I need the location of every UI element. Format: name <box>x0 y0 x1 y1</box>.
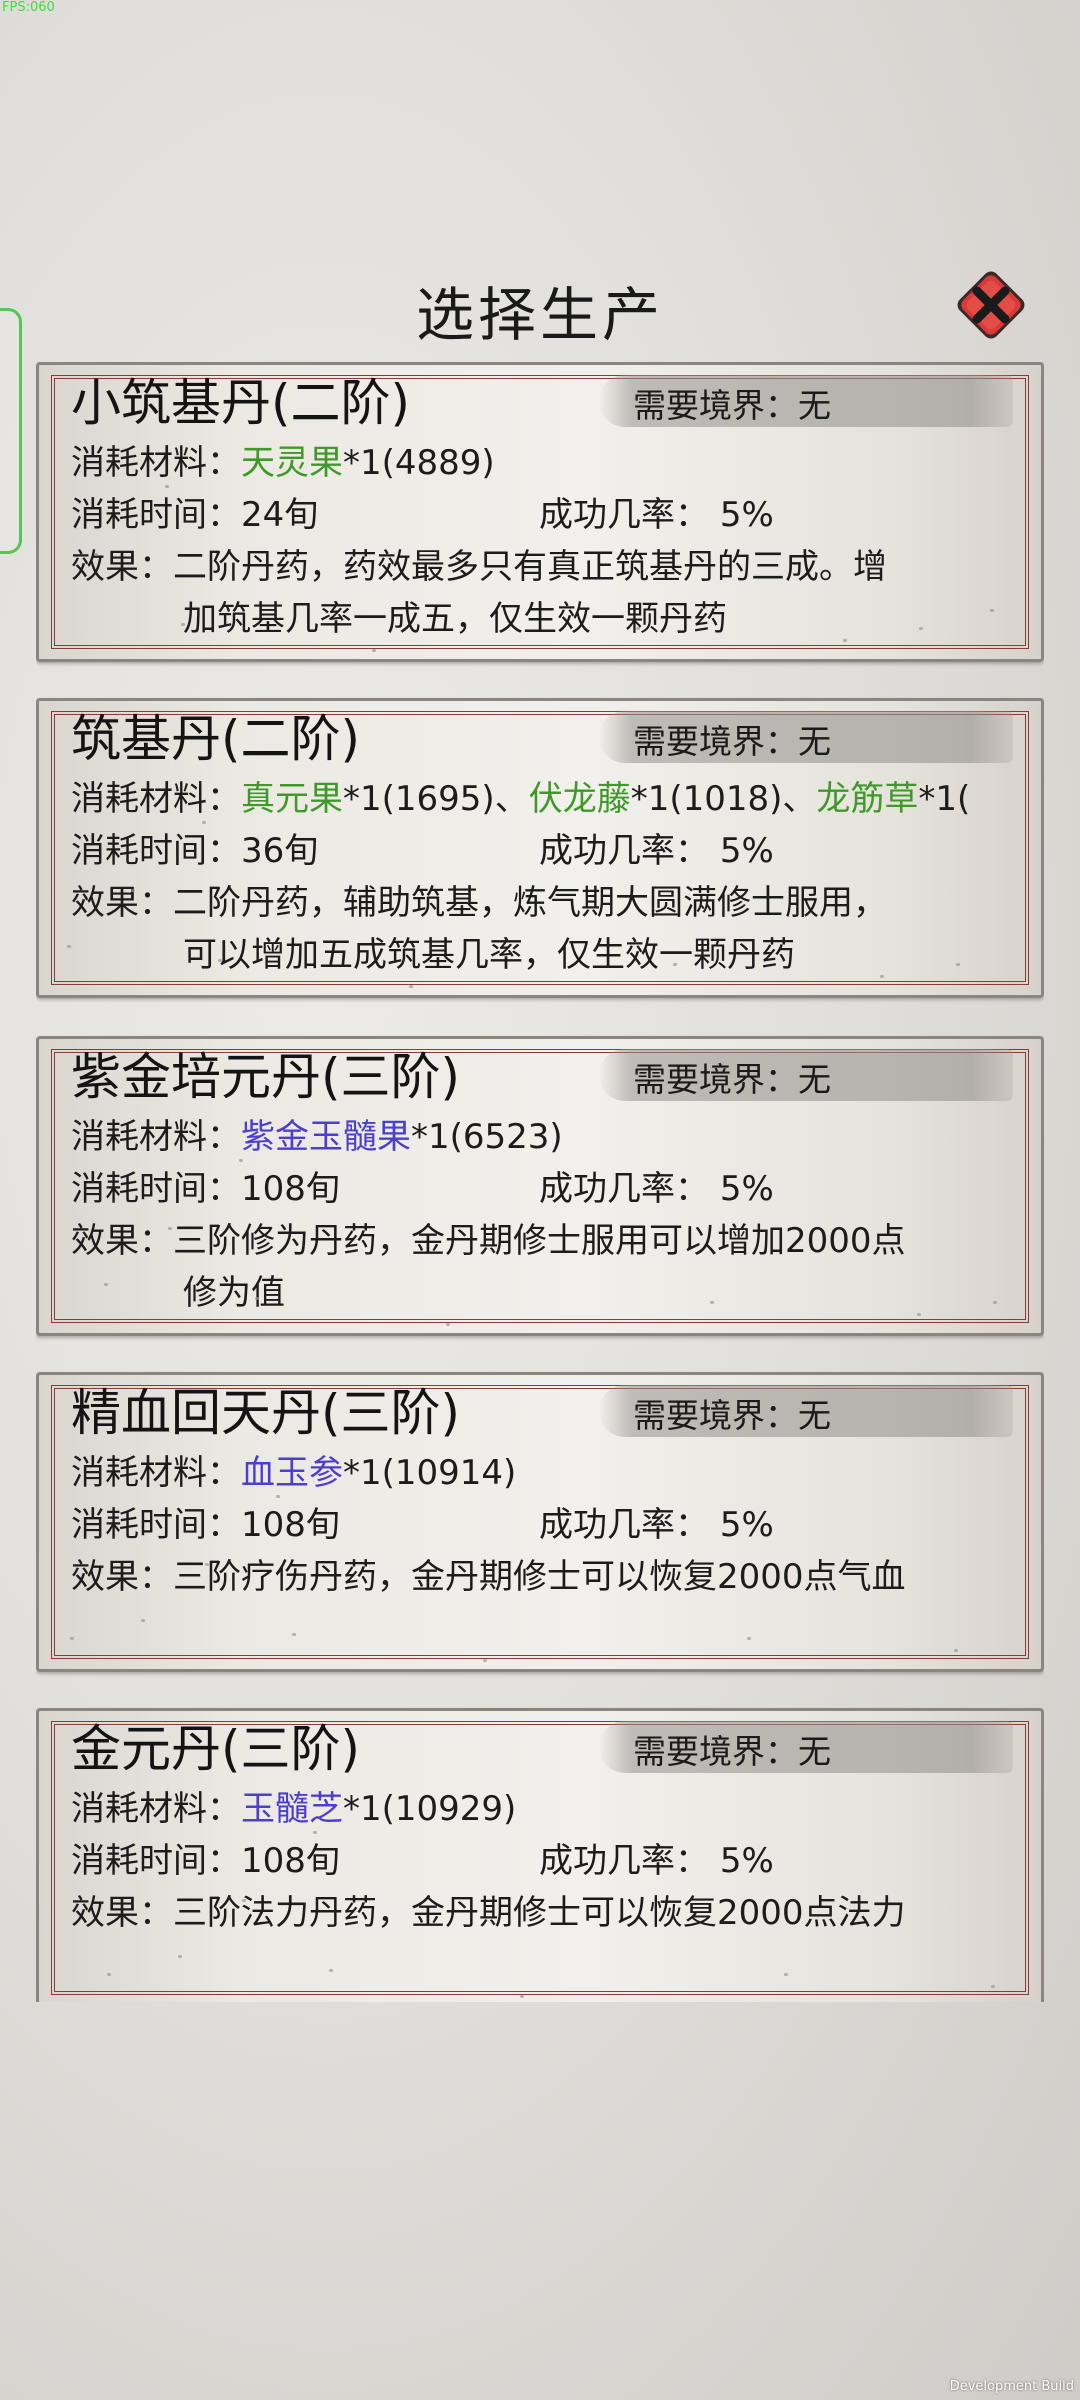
effect-line: 效果：三阶修为丹药，金丹期修士服用可以增加2000点 <box>71 1221 906 1261</box>
paper-speck <box>242 1899 246 1902</box>
recipe-name: 金元丹(三阶) <box>71 1720 361 1778</box>
development-build-label: Development Build <box>949 2379 1074 2394</box>
paper-speck <box>165 485 169 488</box>
paper-speck <box>784 1973 788 1976</box>
paper-speck <box>446 1323 450 1326</box>
fps-counter: FPS:060 <box>2 0 55 15</box>
paper-speck <box>483 1659 487 1662</box>
realm-requirement: 需要境界：无 <box>633 386 831 425</box>
paper-speck <box>205 1563 209 1566</box>
material-name: 玉髓芝 <box>241 1789 343 1829</box>
paper-speck <box>276 1495 280 1498</box>
material-name: 伏龙藤 <box>528 779 631 819</box>
paper-speck <box>880 975 884 978</box>
paper-speck <box>329 1969 333 1972</box>
paper-speck <box>104 1283 108 1286</box>
paper-speck <box>67 945 71 948</box>
realm-requirement: 需要境界：无 <box>633 722 831 761</box>
paper-speck <box>954 1649 958 1652</box>
paper-speck <box>636 627 640 630</box>
materials-line: 消耗材料：血玉参*1(10914) <box>71 1453 517 1493</box>
paper-speck <box>409 985 413 988</box>
realm-requirement: 需要境界：无 <box>633 1732 831 1771</box>
paper-speck <box>178 1955 182 1958</box>
close-button[interactable] <box>948 262 1034 348</box>
recipe-card[interactable]: 筑基丹(二阶) 需要境界：无 消耗材料：真元果*1(1695)、伏龙藤*1(10… <box>36 698 1044 998</box>
time-line: 消耗时间：36旬 <box>71 831 319 871</box>
paper-speck <box>141 1619 145 1622</box>
paper-speck <box>107 1973 111 1976</box>
paper-speck <box>520 1995 524 1998</box>
effect-line-continued: 可以增加五成筑基几率，仅生效一颗丹药 <box>183 935 795 975</box>
page-title: 选择生产 <box>415 281 664 349</box>
materials-line: 消耗材料：玉髓芝*1(10929) <box>71 1789 517 1829</box>
paper-speck <box>239 1159 243 1162</box>
success-rate: 成功几率： 5% <box>539 1505 774 1545</box>
paper-speck <box>993 1301 997 1304</box>
paper-speck <box>710 1301 714 1304</box>
success-rate: 成功几率： 5% <box>539 1841 774 1881</box>
material-name: 天灵果 <box>241 443 343 483</box>
recipe-card[interactable]: 小筑基丹(二阶) 需要境界：无 消耗材料：天灵果*1(4889) 消耗时间：24… <box>36 362 1044 662</box>
paper-speck <box>917 1313 921 1316</box>
paper-speck <box>181 623 185 626</box>
time-line: 消耗时间：108旬 <box>71 1169 340 1209</box>
success-rate: 成功几率： 5% <box>539 1169 774 1209</box>
paper-speck <box>94 553 98 556</box>
effect-line-continued: 加筑基几率一成五，仅生效一颗丹药 <box>183 599 727 639</box>
paper-speck <box>372 649 376 652</box>
recipe-name: 紫金培元丹(三阶) <box>71 1048 461 1106</box>
materials-line: 消耗材料：天灵果*1(4889) <box>71 443 495 483</box>
effect-line: 效果：三阶疗伤丹药，金丹期修士可以恢复2000点气血 <box>71 1557 906 1597</box>
recipe-card[interactable]: 精血回天丹(三阶) 需要境界：无 消耗材料：血玉参*1(10914) 消耗时间：… <box>36 1372 1044 1672</box>
paper-speck <box>956 963 960 966</box>
paper-speck <box>991 1985 995 1988</box>
paper-speck <box>255 1297 259 1300</box>
paper-speck <box>292 1633 296 1636</box>
paper-speck <box>202 821 206 824</box>
effect-line: 效果：二阶丹药，辅助筑基，炼气期大圆满修士服用， <box>71 883 887 923</box>
material-name: 紫金玉髓果 <box>241 1117 411 1157</box>
recipe-name: 小筑基丹(二阶) <box>71 374 411 432</box>
realm-requirement: 需要境界：无 <box>633 1060 831 1099</box>
paper-speck <box>313 1831 317 1834</box>
effect-line: 效果：三阶法力丹药，金丹期修士可以恢复2000点法力 <box>71 1893 906 1933</box>
paper-speck <box>747 1637 751 1640</box>
effect-line-continued: 修为值 <box>183 1273 285 1313</box>
recipe-card[interactable]: 金元丹(三阶) 需要境界：无 消耗材料：玉髓芝*1(10929) 消耗时间：10… <box>36 1708 1044 2002</box>
paper-speck <box>218 959 222 962</box>
materials-line: 消耗材料：紫金玉髓果*1(6523) <box>71 1117 563 1157</box>
paper-speck <box>168 1227 172 1230</box>
paper-speck <box>673 963 677 966</box>
time-line: 消耗时间：108旬 <box>71 1505 340 1545</box>
materials-line: 消耗材料：真元果*1(1695)、伏龙藤*1(1018)、龙筋草*1( <box>71 779 971 819</box>
success-rate: 成功几率： 5% <box>539 495 774 535</box>
recipe-list[interactable]: 小筑基丹(二阶) 需要境界：无 消耗材料：天灵果*1(4889) 消耗时间：24… <box>36 362 1044 2002</box>
material-name: 真元果 <box>241 779 343 819</box>
time-line: 消耗时间：108旬 <box>71 1841 340 1881</box>
paper-speck <box>70 1637 74 1640</box>
paper-speck <box>131 889 135 892</box>
material-name: 血玉参 <box>241 1453 343 1493</box>
paper-speck <box>843 639 847 642</box>
close-icon <box>957 271 1025 339</box>
effect-line: 效果：二阶丹药，药效最多只有真正筑基丹的三成。增 <box>71 547 887 587</box>
recipe-name: 精血回天丹(三阶) <box>71 1384 461 1442</box>
success-rate: 成功几率： 5% <box>539 831 774 871</box>
paper-speck <box>990 609 994 612</box>
recipe-name: 筑基丹(二阶) <box>71 710 361 768</box>
realm-requirement: 需要境界：无 <box>633 1396 831 1435</box>
paper-speck <box>919 627 923 630</box>
time-line: 消耗时间：24旬 <box>71 495 319 535</box>
material-name: 龙筋草 <box>816 779 919 819</box>
recipe-card[interactable]: 紫金培元丹(三阶) 需要境界：无 消耗材料：紫金玉髓果*1(6523) 消耗时间… <box>36 1036 1044 1336</box>
